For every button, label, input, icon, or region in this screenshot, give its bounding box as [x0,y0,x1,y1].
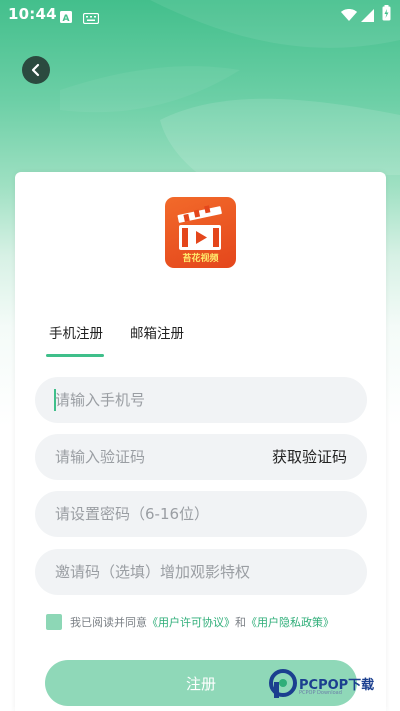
get-code-button[interactable]: 获取验证码 [272,446,347,467]
verification-code-input[interactable] [55,434,255,480]
agreement-row: 我已阅读并同意 《用户许可协议》 和 《用户隐私政策》 [46,613,334,631]
watermark-subtext: PCPOP Download [299,690,342,696]
chevron-left-icon [31,63,40,77]
phone-input[interactable] [55,377,335,423]
privacy-policy-link[interactable]: 《用户隐私政策》 [246,614,334,630]
keyboard-icon [82,9,100,28]
tab-email-register[interactable]: 邮箱注册 [130,322,184,342]
invite-code-field [35,549,367,595]
agreement-checkbox[interactable] [46,614,62,630]
battery-icon [382,5,391,25]
active-tab-indicator [46,354,104,357]
user-agreement-link[interactable]: 《用户许可协议》 [147,614,235,630]
svg-text:A: A [63,14,70,23]
phone-field [35,377,367,423]
app-logo-caption: 苔花视频 [182,254,219,264]
a-notification-icon: A [60,8,72,27]
signal-icon [361,7,374,26]
watermark: PCPOP下载 PCPOP Download [268,664,398,704]
status-time: 10:44 [8,5,57,23]
wifi-icon [341,7,357,26]
password-field [35,491,367,537]
app-logo: 苔花视频 [165,197,236,268]
tab-phone-register[interactable]: 手机注册 [49,322,103,342]
invite-code-input[interactable] [55,549,345,595]
back-button[interactable] [22,56,50,84]
agreement-conjunction: 和 [235,616,246,629]
verification-code-field: 获取验证码 [35,434,367,480]
pcpop-logo-icon [269,669,297,698]
status-bar: 10:44 A [0,0,400,28]
password-input[interactable] [55,491,345,537]
agreement-prefix: 我已阅读并同意 [70,616,147,629]
